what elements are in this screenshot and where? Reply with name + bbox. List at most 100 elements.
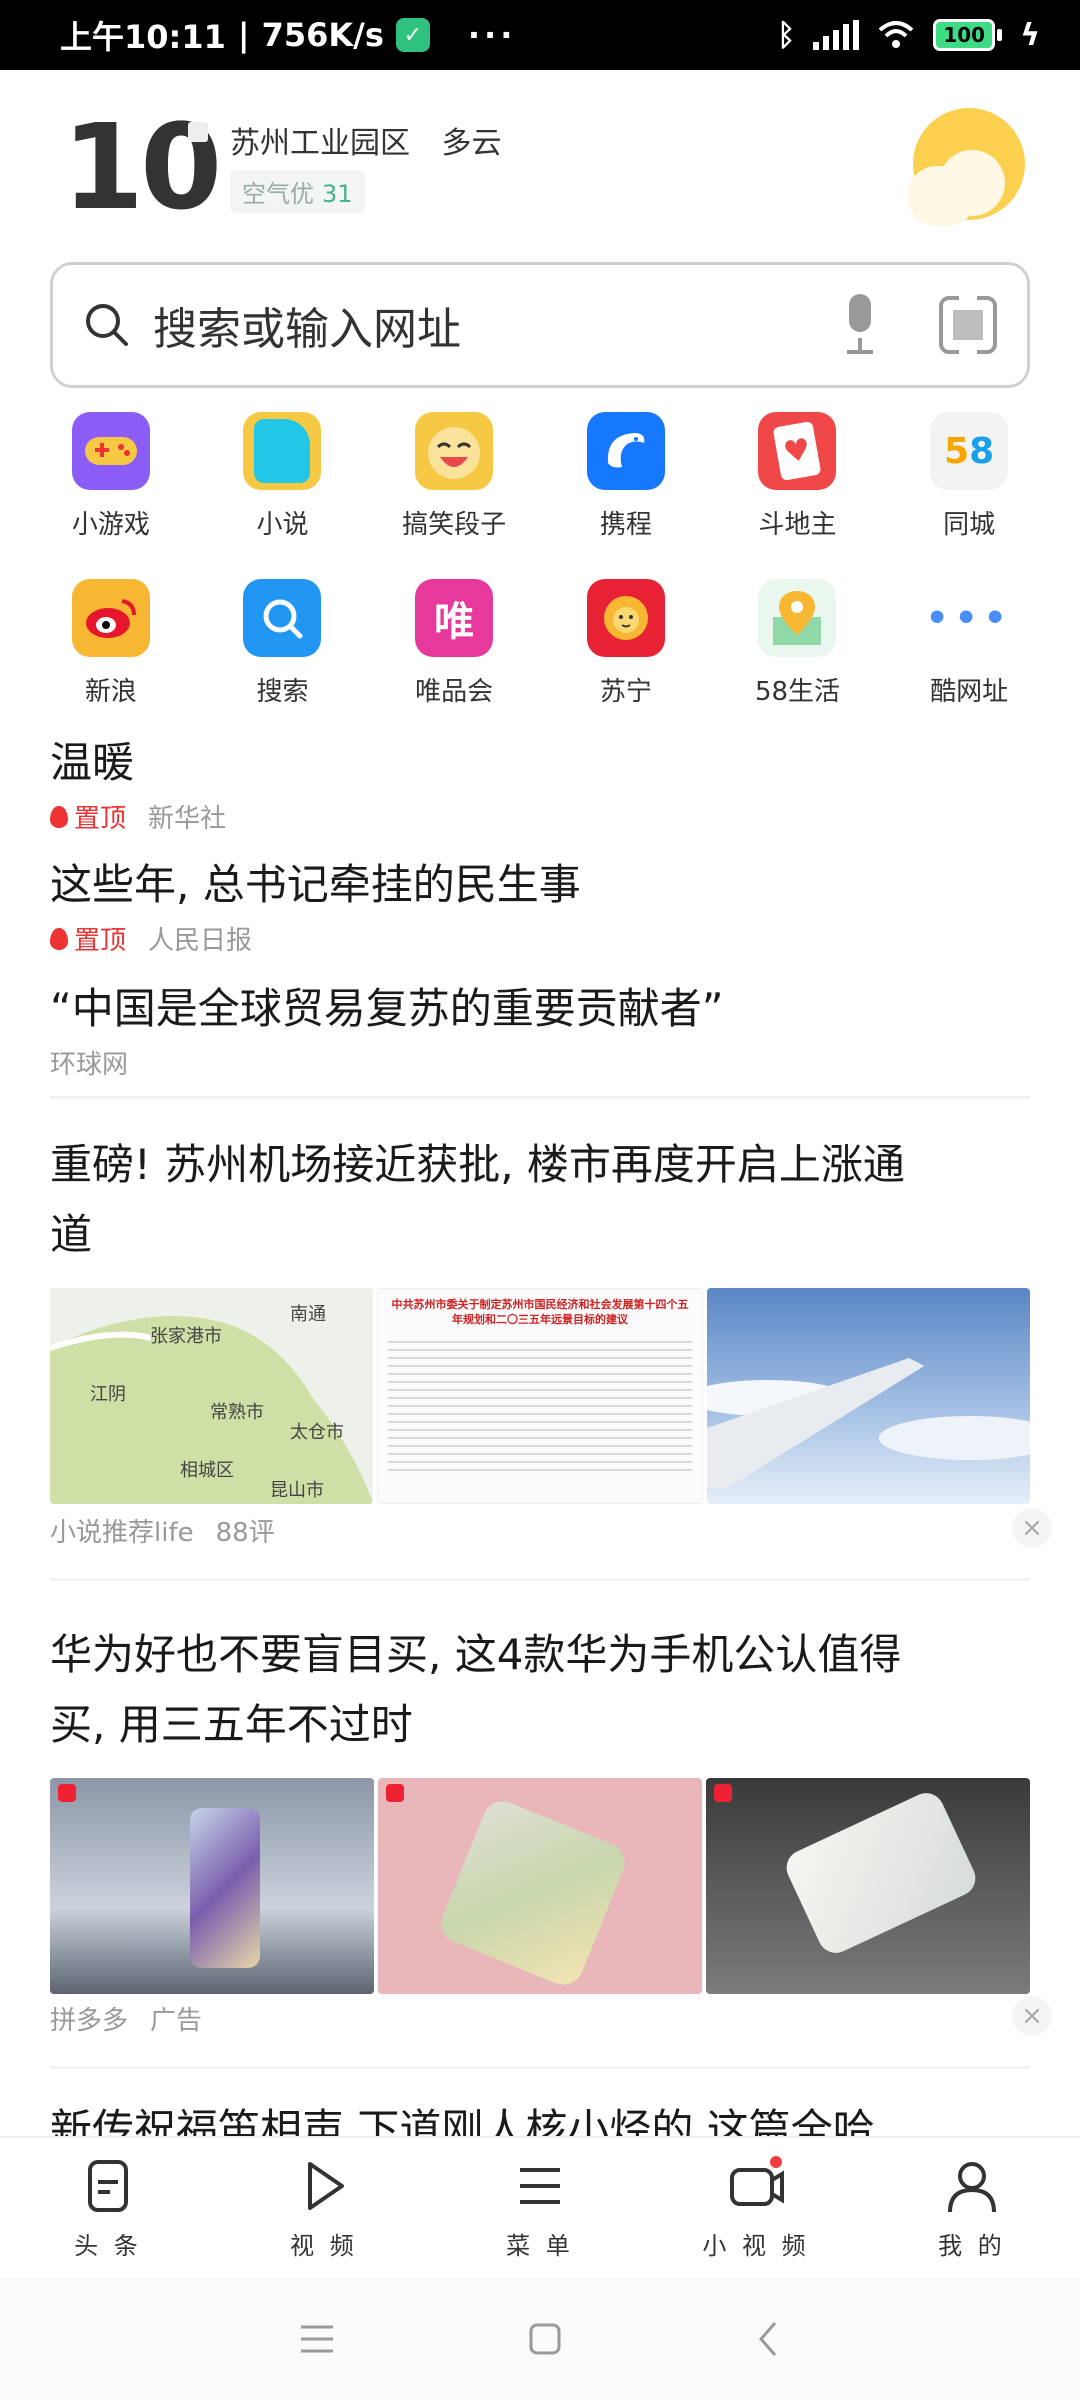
flame-icon xyxy=(50,805,68,828)
shortcut-grid: 小游戏 小说 搞笑段子 携程 ♥ 斗地主 58 同城 新浪 搜索 唯 唯品会 苏… xyxy=(25,412,1055,708)
headline-icon xyxy=(88,2160,128,2212)
weather-condition: 多云 xyxy=(441,126,502,161)
playing-card-icon: ♥ xyxy=(758,412,837,490)
tab-video[interactable]: 视 频 xyxy=(216,2138,432,2278)
shortcut-58-life[interactable]: 58生活 xyxy=(712,579,884,708)
bottom-nav: 头 条 视 频 菜 单 小 视 频 我 的 xyxy=(0,2136,1080,2278)
document-image: 中共苏州市委关于制定苏州市国民经济和社会发展第十四个五年规划和二〇三五年远景目标… xyxy=(377,1288,703,1504)
article-title: 重磅! 苏州机场接近获批, 楼市再度开启上涨通 xyxy=(50,1140,905,1189)
laughing-face-icon xyxy=(415,412,494,490)
map-image: 张家港市 常熟市 太仓市 相城区 昆山市 南通 江阴 xyxy=(50,1288,374,1504)
article-title: 华为好也不要盲目买, 这4款华为手机公认值得 xyxy=(50,1630,902,1679)
tab-menu[interactable]: 菜 单 xyxy=(432,2138,648,2278)
news-title: 这些年, 总书记牵挂的民生事 xyxy=(50,860,581,909)
shortcut-mini-games[interactable]: 小游戏 xyxy=(25,412,197,541)
menu-icon xyxy=(520,2168,560,2204)
lion-icon xyxy=(586,579,665,657)
phone-image-1 xyxy=(50,1778,374,1994)
magnifier-icon xyxy=(243,579,322,657)
battery-icon: 100 xyxy=(933,19,1003,51)
flame-icon xyxy=(50,927,68,950)
58-icon: 58 xyxy=(930,412,1009,490)
search-bar[interactable]: 搜索或输入网址 xyxy=(50,262,1030,388)
shortcut-ctrip[interactable]: 携程 xyxy=(540,412,712,541)
degree-mark xyxy=(188,122,208,142)
air-quality-badge: 空气优 31 xyxy=(230,170,365,213)
article-partial[interactable]: 新传祝福笛相声 下道刚人核小烃的 这篇全哈 xyxy=(50,2090,1030,2136)
wifi-icon xyxy=(878,21,914,48)
status-bar: 上午10:11 | 756K/s ✓ ··· ᛒ 100 ϟ xyxy=(0,0,1080,70)
article-huawei-phones[interactable]: 华为好也不要盲目买, 这4款华为手机公认值得 买, 用三五年不过时 xyxy=(50,1620,1030,1760)
book-icon xyxy=(243,412,322,490)
shortcut-sina[interactable]: 新浪 xyxy=(25,579,197,708)
shortcut-search[interactable]: 搜索 xyxy=(197,579,369,708)
search-icon xyxy=(86,304,128,346)
system-nav-bar xyxy=(0,2278,1080,2400)
map-pin-icon xyxy=(758,579,837,657)
article-suzhou-airport[interactable]: 重磅! 苏州机场接近获批, 楼市再度开启上涨通 道 xyxy=(50,1130,1030,1270)
vip-icon: 唯 xyxy=(415,579,494,657)
news-source: 新华社 xyxy=(148,804,227,834)
news-item-3[interactable]: “中国是全球贸易复苏的重要贡献者” 环球网 xyxy=(50,974,1030,1081)
dismiss-icon[interactable]: × xyxy=(1012,1508,1052,1548)
phone-image-3 xyxy=(706,1778,1030,1994)
tab-profile[interactable]: 我 的 xyxy=(864,2138,1080,2278)
article-image-row[interactable] xyxy=(50,1778,1030,1994)
tab-short-video[interactable]: 小 视 频 xyxy=(648,2138,864,2278)
location-name: 苏州工业园区 xyxy=(230,126,410,161)
comment-count: 88评 xyxy=(215,1518,275,1548)
shortcut-tongcheng[interactable]: 58 同城 xyxy=(883,412,1055,541)
article-source: 拼多多 xyxy=(50,2006,129,2036)
clock: 上午10:11 xyxy=(60,18,226,56)
scan-icon[interactable] xyxy=(939,294,997,356)
news-source: 环球网 xyxy=(50,1050,129,1080)
search-input[interactable]: 搜索或输入网址 xyxy=(153,293,843,357)
bluetooth-icon: ᛒ xyxy=(777,17,796,53)
dismiss-icon[interactable]: × xyxy=(1012,1996,1052,2036)
article-title-cont: 道 xyxy=(50,1210,93,1259)
news-title: “中国是全球贸易复苏的重要贡献者” xyxy=(50,984,724,1033)
article-source: 小说推荐life xyxy=(50,1518,194,1548)
article-image-row[interactable]: 张家港市 常熟市 太仓市 相城区 昆山市 南通 江阴 中共苏州市委关于制定苏州市… xyxy=(50,1288,1030,1504)
article-meta: 拼多多 广告 xyxy=(50,2000,1030,2037)
shortcut-novel[interactable]: 小说 xyxy=(197,412,369,541)
feed-divider xyxy=(50,2066,1030,2069)
home-icon[interactable] xyxy=(527,2321,563,2357)
shortcut-vip[interactable]: 唯 唯品会 xyxy=(368,579,540,708)
news-title: 温暖 xyxy=(50,738,135,787)
person-icon xyxy=(948,2162,996,2213)
dolphin-icon xyxy=(586,412,665,490)
news-item-pinned-1[interactable]: 温暖 置顶 新华社 xyxy=(50,728,1030,835)
shortcut-suning[interactable]: 苏宁 xyxy=(540,579,712,708)
phone-image-2 xyxy=(378,1778,702,1994)
more-notifications-icon: ··· xyxy=(467,16,517,54)
microphone-icon[interactable] xyxy=(843,294,877,356)
news-source: 人民日报 xyxy=(148,926,253,956)
airplane-wing-image xyxy=(706,1288,1030,1504)
shortcut-doudizhu[interactable]: ♥ 斗地主 xyxy=(712,412,884,541)
weather-widget[interactable]: 10 苏州工业园区 多云 空气优 31 xyxy=(0,70,1080,250)
pinned-badge: 置顶 xyxy=(50,920,126,957)
shield-icon: ✓ xyxy=(395,18,430,52)
feed-divider xyxy=(50,1578,1030,1581)
pinned-badge: 置顶 xyxy=(50,798,126,835)
sina-eye-icon xyxy=(71,579,150,657)
network-speed: 756K/s xyxy=(261,16,384,54)
back-icon[interactable] xyxy=(753,2319,783,2359)
charging-icon: ϟ xyxy=(1020,17,1040,53)
shortcut-jokes[interactable]: 搞笑段子 xyxy=(368,412,540,541)
partly-cloudy-icon xyxy=(905,108,1025,228)
tab-headlines[interactable]: 头 条 xyxy=(0,2138,216,2278)
feed-divider xyxy=(50,1096,1030,1099)
ad-label: 广告 xyxy=(150,2006,203,2036)
signal-icon xyxy=(813,20,860,50)
more-dots-icon: ••• xyxy=(926,579,1009,657)
camera-icon xyxy=(730,2156,784,2206)
gamepad-icon xyxy=(71,412,150,490)
news-item-pinned-2[interactable]: 这些年, 总书记牵挂的民生事 置顶 人民日报 xyxy=(50,850,1030,957)
shortcut-more-sites[interactable]: ••• 酷网址 xyxy=(883,579,1055,708)
play-icon xyxy=(308,2162,344,2210)
article-title-cont: 买, 用三五年不过时 xyxy=(50,1700,413,1749)
article-meta: 小说推荐life 88评 xyxy=(50,1512,1030,1549)
recent-apps-icon[interactable] xyxy=(297,2321,337,2357)
